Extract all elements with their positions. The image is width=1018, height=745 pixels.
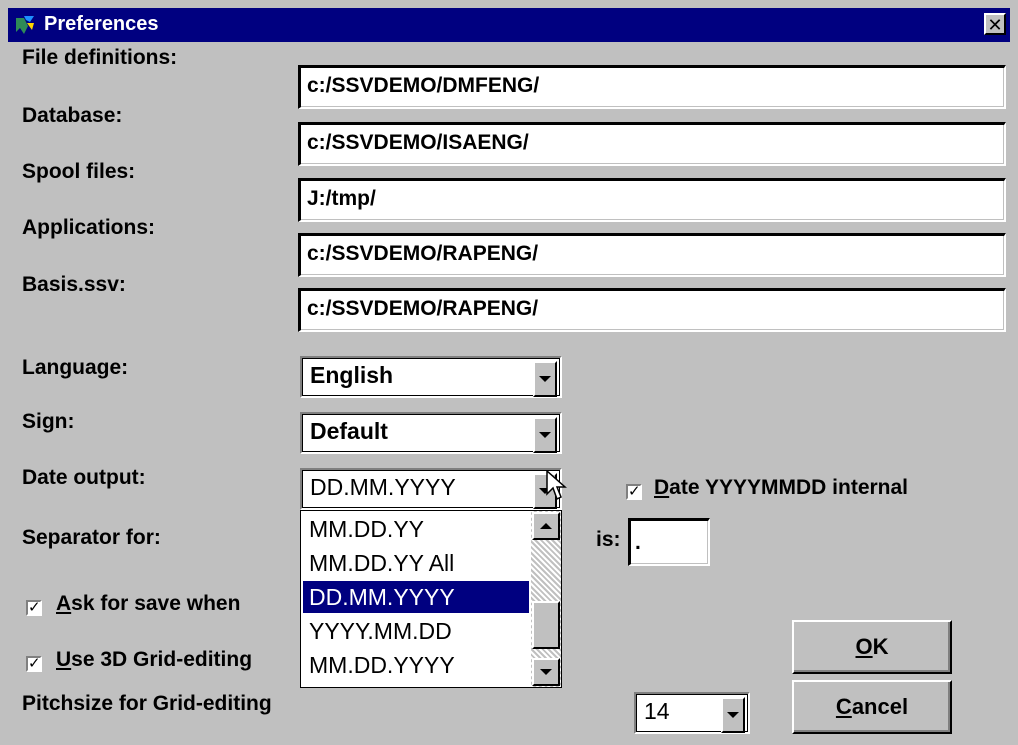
list-item[interactable]: MM.DD.YY All xyxy=(303,547,529,579)
cancel-button[interactable]: Cancel xyxy=(792,680,952,734)
scroll-thumb[interactable] xyxy=(532,601,560,649)
language-value: English xyxy=(310,362,394,388)
chevron-up-icon xyxy=(540,523,552,529)
spool-files-input[interactable]: J:/tmp/ xyxy=(298,178,1006,222)
language-label: Language: xyxy=(22,356,129,379)
sign-label: Sign: xyxy=(22,410,75,433)
spool-files-label: Spool files: xyxy=(22,160,136,183)
grid3d-label[interactable]: Use 3D Grid-editing xyxy=(56,648,252,672)
pitch-dropdown-button[interactable] xyxy=(721,697,745,733)
list-item-selected[interactable]: DD.MM.YYYY xyxy=(303,581,529,613)
chevron-down-icon xyxy=(727,712,739,718)
separator-is-label: is: xyxy=(596,528,621,551)
list-item[interactable]: YYYY.MM.DD xyxy=(303,615,529,647)
language-select[interactable]: English xyxy=(300,356,562,398)
date-output-select[interactable]: DD.MM.YYYY xyxy=(300,468,562,510)
app-icon xyxy=(16,16,34,34)
ok-button[interactable]: OK xyxy=(792,620,952,674)
sign-select[interactable]: Default xyxy=(300,412,562,454)
basis-ssv-label: Basis.ssv: xyxy=(22,273,126,296)
database-label: Database: xyxy=(22,104,123,127)
file-definitions-input[interactable]: c:/SSVDEMO/DMFENG/ xyxy=(298,65,1006,109)
title-bar: Preferences ✕ xyxy=(8,8,1010,42)
scroll-up-button[interactable] xyxy=(532,512,560,540)
pitch-label: Pitchsize for Grid-editing xyxy=(22,692,272,715)
sign-dropdown-button[interactable] xyxy=(533,417,557,453)
file-definitions-label: File definitions: xyxy=(22,46,178,69)
window-title: Preferences xyxy=(44,13,159,35)
date-output-value: DD.MM.YYYY xyxy=(310,474,456,500)
chevron-down-icon xyxy=(539,376,551,382)
mouse-pointer-icon xyxy=(546,470,567,501)
close-button[interactable]: ✕ xyxy=(984,13,1006,35)
date-output-dropdown-list[interactable]: MM.DD.YY MM.DD.YY All DD.MM.YYYY YYYY.MM… xyxy=(300,510,562,688)
applications-label: Applications: xyxy=(22,216,156,239)
scroll-down-button[interactable] xyxy=(532,658,560,686)
pitch-value: 14 xyxy=(644,698,670,724)
date-internal-label[interactable]: Date YYYYMMDD internal xyxy=(654,476,908,500)
sign-value: Default xyxy=(310,418,388,444)
language-dropdown-button[interactable] xyxy=(533,361,557,397)
separator-input[interactable]: . xyxy=(628,518,710,566)
ask-save-checkbox[interactable]: ✓ xyxy=(26,600,42,616)
close-icon: ✕ xyxy=(987,15,1003,35)
preferences-window: Preferences ✕ File definitions: c:/SSVDE… xyxy=(8,8,1010,737)
applications-input[interactable]: c:/SSVDEMO/RAPENG/ xyxy=(298,233,1006,277)
list-item[interactable]: MM.DD.YY xyxy=(303,513,529,545)
list-item[interactable]: MM.DD.YYYY xyxy=(303,649,529,681)
database-input[interactable]: c:/SSVDEMO/ISAENG/ xyxy=(298,122,1006,166)
separator-label: Separator for: xyxy=(22,526,161,549)
grid3d-checkbox[interactable]: ✓ xyxy=(26,656,42,672)
pitch-select[interactable]: 14 xyxy=(634,692,750,734)
dropdown-scrollbar[interactable] xyxy=(531,511,561,687)
basis-ssv-input[interactable]: c:/SSVDEMO/RAPENG/ xyxy=(298,288,1006,332)
ask-save-label[interactable]: Ask for save when xyxy=(56,592,240,616)
chevron-down-icon xyxy=(540,669,552,675)
date-output-label: Date output: xyxy=(22,466,146,489)
date-internal-checkbox[interactable]: ✓ xyxy=(626,484,642,500)
chevron-down-icon xyxy=(539,432,551,438)
